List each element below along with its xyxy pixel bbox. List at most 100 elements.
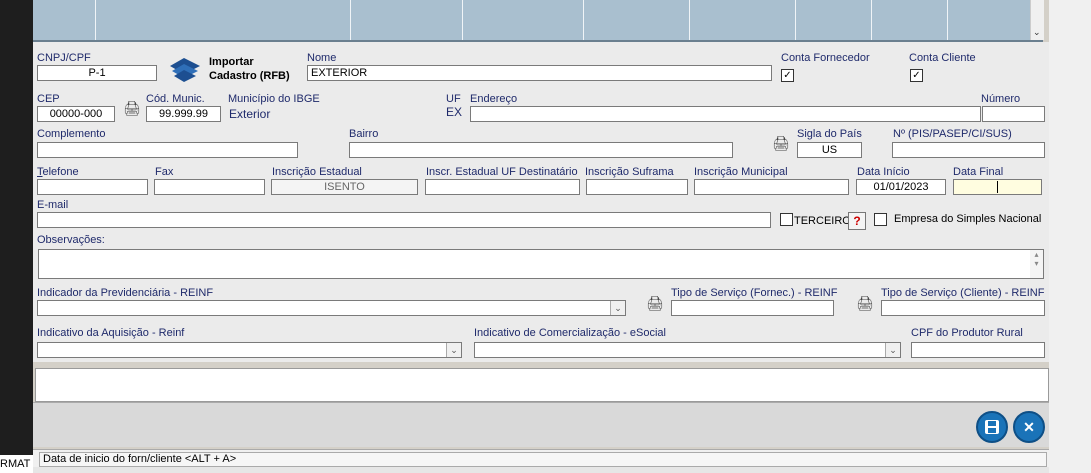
tipo-serv-forn-label: Tipo de Serviço (Fornec.) - REINF: [671, 287, 838, 299]
chevron-down-icon[interactable]: ⌄: [610, 301, 625, 315]
insc-estadual-label: Inscrição Estadual: [272, 166, 362, 178]
bairro-label: Bairro: [349, 128, 379, 140]
data-inicio-field[interactable]: 01/01/2023: [856, 179, 946, 195]
data-grid[interactable]: [33, 0, 1043, 42]
text-cursor: [997, 181, 998, 193]
status-text: Data de inicio do forn/cliente <ALT + A>: [39, 452, 1047, 467]
simples-checkbox[interactable]: [874, 213, 887, 226]
tipo-serv-cli-label: Tipo de Serviço (Cliente) - REINF: [881, 287, 1045, 299]
observacoes-label: Observações:: [37, 234, 105, 246]
grid-column: [33, 0, 96, 40]
terceiro-checkbox[interactable]: [780, 213, 793, 226]
sigla-pais-label: Sigla do País: [797, 128, 862, 140]
pais-lookup-icon[interactable]: 🖨: [772, 135, 790, 152]
grid-column: [796, 0, 872, 40]
cpf-produtor-label: CPF do Produtor Rural: [911, 327, 1023, 339]
cpf-produtor-field[interactable]: [911, 342, 1045, 358]
save-button[interactable]: [976, 411, 1008, 443]
cep-field[interactable]: 00000-000: [37, 106, 115, 122]
background-window-strip: [0, 0, 33, 473]
observacoes-textarea[interactable]: ▴ ▾: [38, 249, 1044, 279]
fax-field[interactable]: [154, 179, 265, 195]
sigla-pais-field[interactable]: US: [797, 142, 862, 158]
numero-field[interactable]: [982, 106, 1045, 122]
terceiro-label: TERCEIRO: [794, 215, 851, 227]
chevron-down-icon[interactable]: ⌄: [885, 343, 900, 357]
conta-cliente-label: Conta Cliente: [909, 52, 976, 64]
insc-municipal-field[interactable]: [694, 179, 849, 195]
cep-lookup-icon[interactable]: 🖨: [123, 100, 141, 117]
numero-label: Número: [981, 93, 1021, 105]
tipo-serv-forn-field[interactable]: [671, 300, 834, 316]
grid-column: [351, 0, 463, 40]
telefone-label: Telefone: [37, 166, 79, 178]
scroll-down-icon[interactable]: ⌄: [1033, 27, 1041, 38]
grid-column: [872, 0, 948, 40]
rfb-import-icon[interactable]: [168, 56, 202, 82]
bairro-field[interactable]: [349, 142, 733, 158]
conta-fornecedor-checkbox[interactable]: ✓: [781, 69, 794, 82]
grid-column: [584, 0, 690, 40]
observacoes-scrollbar[interactable]: ▴ ▾: [1030, 250, 1043, 278]
import-label-2[interactable]: Cadastro (RFB): [209, 70, 290, 82]
chevron-down-icon[interactable]: ⌄: [446, 343, 461, 357]
insc-suframa-label: Inscrição Suframa: [585, 166, 674, 178]
uf-label: UF: [446, 93, 461, 105]
help-button[interactable]: ?: [848, 212, 866, 230]
cep-label: CEP: [37, 93, 60, 105]
endereco-label: Endereço: [470, 93, 518, 105]
save-icon: [985, 420, 999, 434]
insc-municipal-label: Inscrição Municipal: [694, 166, 788, 178]
background-window-text: RMAT: [0, 455, 33, 473]
cnpj-label: CNPJ/CPF: [37, 52, 91, 64]
import-label-1[interactable]: Importar: [209, 56, 254, 68]
nome-label: Nome: [307, 52, 337, 64]
email-label: E-mail: [37, 199, 69, 211]
tipo-serv-cli-field[interactable]: [881, 300, 1045, 316]
status-bar: Data de inicio do forn/cliente <ALT + A>: [33, 449, 1049, 468]
indicativo-aquis-label: Indicativo da Aquisição - Reinf: [37, 327, 185, 339]
grid-column: [948, 0, 1031, 40]
conta-cliente-checkbox[interactable]: ✓: [910, 69, 923, 82]
complemento-label: Complemento: [37, 128, 106, 140]
indicativo-aquis-select[interactable]: ⌄: [37, 342, 462, 358]
grid-column: [463, 0, 584, 40]
window-bottom-edge: [33, 467, 1049, 473]
insc-uf-dest-label: Inscr. Estadual UF Destinatário: [426, 166, 578, 178]
indicador-prev-label: Indicador da Previdenciária - REINF: [37, 287, 214, 299]
pis-field[interactable]: [892, 142, 1045, 158]
data-final-label: Data Final: [953, 166, 1004, 178]
endereco-field[interactable]: [470, 106, 981, 122]
cod-munic-label: Cód. Munic.: [146, 93, 205, 105]
cod-munic-field[interactable]: 99.999.99: [146, 106, 221, 122]
button-bar: ✕: [33, 402, 1049, 447]
data-inicio-label: Data Início: [857, 166, 910, 178]
insc-suframa-field[interactable]: [586, 179, 688, 195]
close-button[interactable]: ✕: [1013, 411, 1045, 443]
indicativo-comerc-select[interactable]: ⌄: [474, 342, 901, 358]
indicador-prev-select[interactable]: ⌄: [37, 300, 626, 316]
data-final-field[interactable]: [953, 179, 1042, 195]
cnpj-field[interactable]: P-1: [37, 65, 157, 81]
insc-uf-dest-field[interactable]: [425, 179, 580, 195]
grid-column: [96, 0, 351, 40]
pis-label: Nº (PIS/PASEP/CI/SUS): [893, 128, 1012, 140]
nome-field[interactable]: EXTERIOR: [307, 65, 772, 81]
complemento-field[interactable]: [37, 142, 298, 158]
fax-label: Fax: [155, 166, 174, 178]
close-icon: ✕: [1023, 419, 1035, 435]
background-window-right: [1049, 0, 1091, 473]
conta-fornecedor-label: Conta Fornecedor: [781, 52, 870, 64]
tipo-serv-cli-lookup-icon[interactable]: 🖨: [856, 295, 874, 312]
indicativo-comerc-label: Indicativo de Comercialização - eSocial: [474, 327, 666, 339]
grid-scrollbar[interactable]: ⌄: [1030, 0, 1044, 40]
grid-column: [690, 0, 796, 40]
telefone-field[interactable]: [37, 179, 148, 195]
insc-estadual-field[interactable]: ISENTO: [271, 179, 418, 195]
email-field[interactable]: [37, 212, 771, 228]
uf-value: EX: [446, 105, 463, 119]
municipio-label: Município do IBGE: [228, 93, 320, 105]
tipo-serv-forn-lookup-icon[interactable]: 🖨: [646, 295, 664, 312]
message-panel: [35, 368, 1049, 402]
simples-label: Empresa do Simples Nacional: [894, 213, 1042, 225]
